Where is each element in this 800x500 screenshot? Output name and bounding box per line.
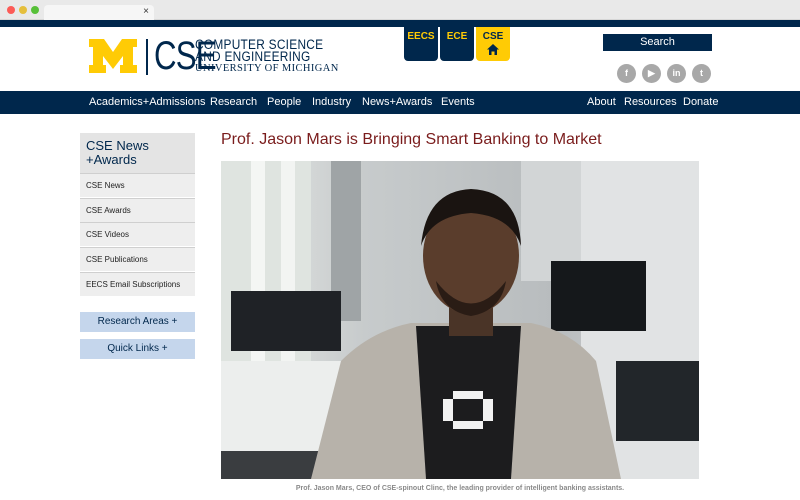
- nav-news-awards[interactable]: News+Awards: [362, 91, 432, 114]
- nav-donate[interactable]: Donate: [683, 91, 718, 114]
- tab-eecs-label: EECS: [407, 31, 435, 42]
- minimize-window-button[interactable]: [19, 6, 27, 14]
- main-navigation: Academics+Admissions Research People Ind…: [0, 91, 800, 114]
- nav-people[interactable]: People: [267, 91, 301, 114]
- research-areas-button[interactable]: Research Areas +: [80, 312, 195, 332]
- tab-ece[interactable]: ECE: [440, 27, 474, 61]
- sidebar-item-cse-publications[interactable]: CSE Publications: [80, 247, 195, 271]
- tab-cse[interactable]: CSE: [476, 27, 510, 61]
- nav-industry[interactable]: Industry: [312, 91, 351, 114]
- close-window-button[interactable]: [7, 6, 15, 14]
- wordmark-line-2: AND ENGINEERING: [195, 49, 311, 64]
- close-tab-icon[interactable]: ×: [143, 6, 149, 18]
- block-m-logo[interactable]: [89, 39, 137, 73]
- sidebar-item-cse-news[interactable]: CSE News: [80, 173, 195, 197]
- nav-research[interactable]: Research: [210, 91, 257, 114]
- tab-cse-label: CSE: [482, 31, 504, 42]
- maximize-window-button[interactable]: [31, 6, 39, 14]
- twitter-icon[interactable]: t: [692, 64, 711, 83]
- article-photo: [221, 161, 699, 479]
- search-button[interactable]: Search: [603, 34, 712, 51]
- department-wordmark[interactable]: COMPUTER SCIENCE AND ENGINEERING UNIVERS…: [195, 38, 341, 75]
- nav-events[interactable]: Events: [441, 91, 475, 114]
- tab-eecs[interactable]: EECS: [404, 27, 438, 61]
- top-stripe: [0, 20, 800, 27]
- sidebar-title[interactable]: CSE News +Awards: [80, 133, 195, 173]
- sidebar-item-cse-videos[interactable]: CSE Videos: [80, 222, 195, 246]
- facebook-icon[interactable]: f: [617, 64, 636, 83]
- logo-divider: [146, 39, 148, 75]
- nav-about[interactable]: About: [587, 91, 616, 114]
- nav-academics-admissions[interactable]: Academics+Admissions: [89, 91, 205, 114]
- quick-links-button[interactable]: Quick Links +: [80, 339, 195, 359]
- nav-resources[interactable]: Resources: [624, 91, 677, 114]
- tab-ece-label: ECE: [446, 31, 468, 42]
- home-icon: [487, 44, 499, 55]
- sidebar-item-cse-awards[interactable]: CSE Awards: [80, 198, 195, 222]
- youtube-icon[interactable]: ▶: [642, 64, 661, 83]
- wordmark-line-3: UNIVERSITY OF MICHIGAN: [195, 63, 339, 74]
- article-title: Prof. Jason Mars is Bringing Smart Banki…: [221, 131, 602, 148]
- photo-caption: Prof. Jason Mars, CEO of CSE-spinout Cli…: [295, 485, 625, 492]
- browser-tab[interactable]: ×: [44, 5, 154, 20]
- browser-chrome: ×: [0, 0, 800, 20]
- sidebar-item-eecs-email-subscriptions[interactable]: EECS Email Subscriptions: [80, 272, 195, 296]
- linkedin-icon[interactable]: in: [667, 64, 686, 83]
- portrait-illustration: [221, 161, 699, 479]
